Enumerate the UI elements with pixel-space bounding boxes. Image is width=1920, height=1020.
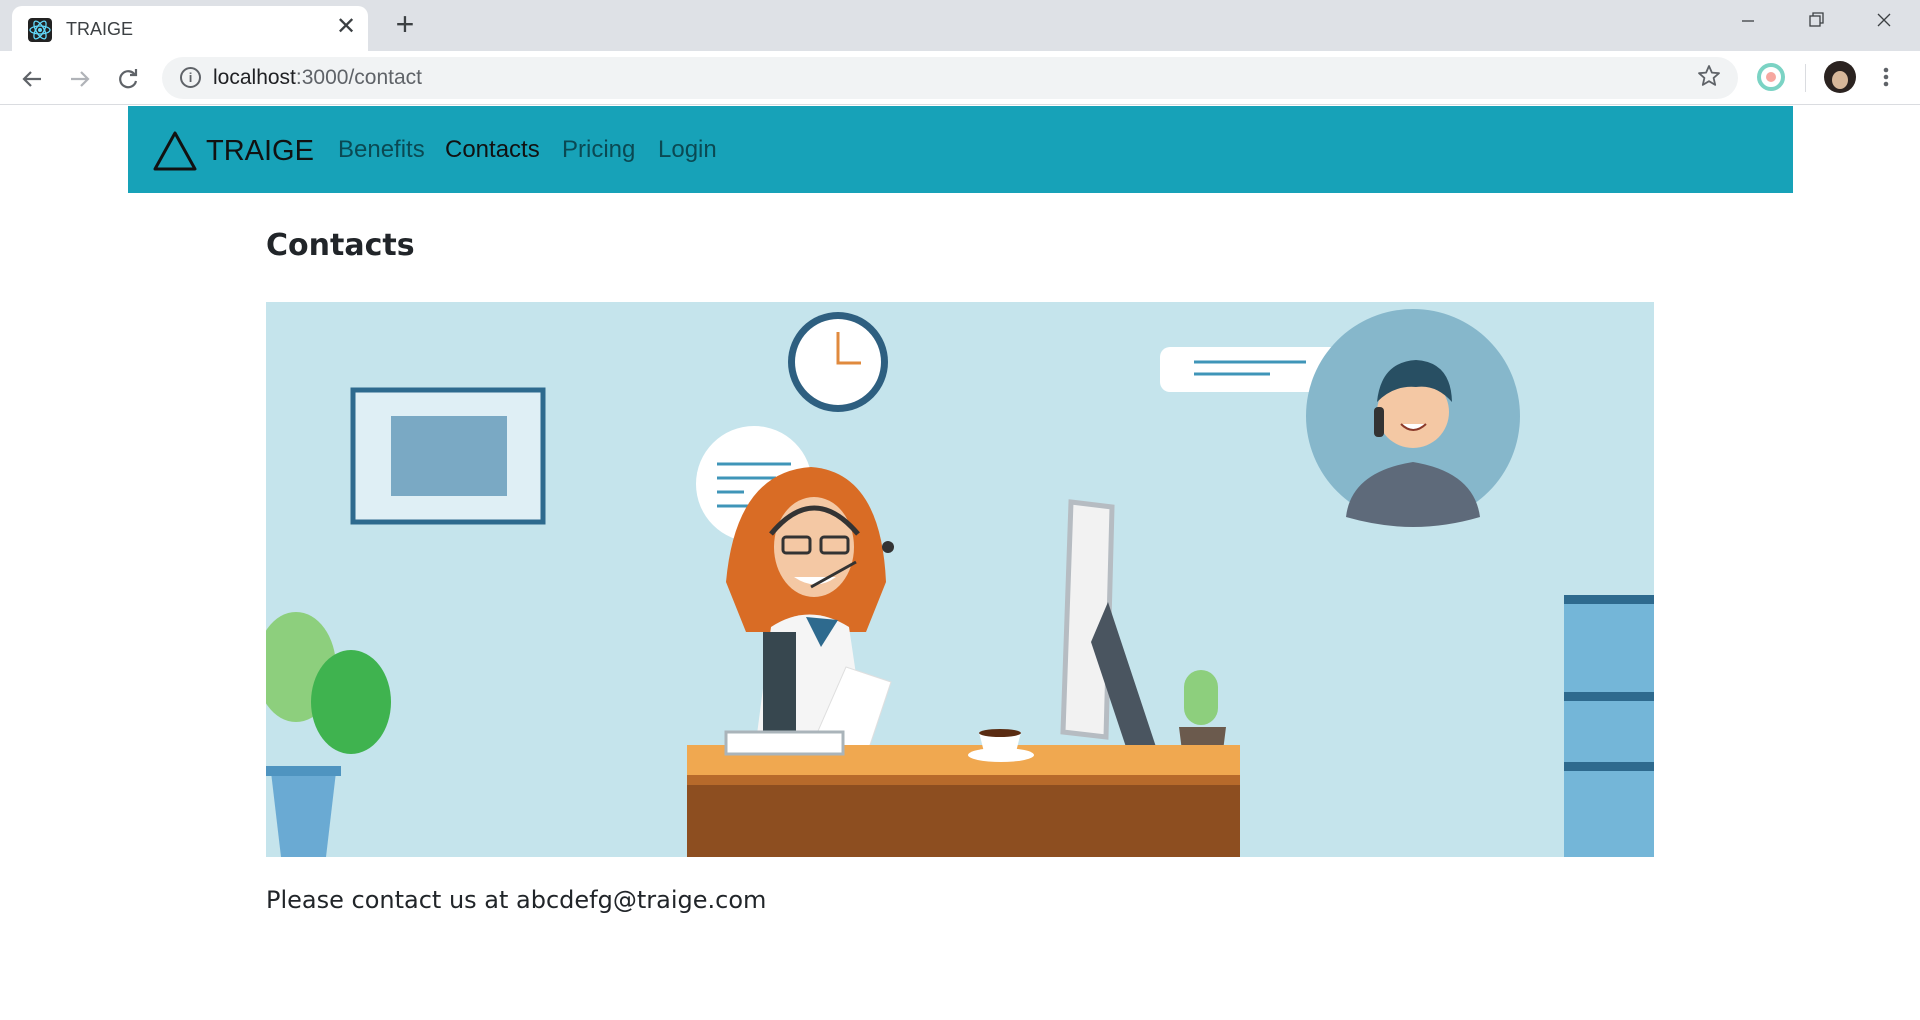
brand[interactable]: TRAIGE xyxy=(152,128,314,174)
support-illustration xyxy=(266,302,1654,857)
wall-clock xyxy=(788,312,888,412)
nav-link-contacts[interactable]: Contacts xyxy=(445,136,540,164)
url-text[interactable]: localhost:3000/contact xyxy=(213,66,422,90)
nav-link-benefits[interactable]: Benefits xyxy=(338,136,425,164)
url-host: localhost xyxy=(213,66,296,89)
info-icon[interactable]: i xyxy=(180,67,201,88)
back-arrow-icon[interactable] xyxy=(16,63,48,95)
tab-title: TRAIGE xyxy=(66,19,134,39)
tab-close-icon[interactable]: ✕ xyxy=(334,15,358,40)
caller-avatar xyxy=(1306,309,1520,527)
url-path: :3000/contact xyxy=(295,66,422,89)
support-agent xyxy=(726,467,894,758)
browser-tab[interactable]: TRAIGE ✕ xyxy=(12,6,368,51)
nav-link-login[interactable]: Login xyxy=(658,136,717,164)
desk xyxy=(687,745,1240,857)
minimize-icon[interactable] xyxy=(1728,6,1768,36)
reload-icon[interactable] xyxy=(112,63,144,95)
site-navbar: TRAIGE Benefits Contacts Pricing Login xyxy=(128,106,1793,193)
new-tab-button[interactable]: + xyxy=(390,8,420,40)
extension-icon[interactable] xyxy=(1757,63,1785,91)
close-window-icon[interactable] xyxy=(1864,6,1904,36)
nav-link-pricing[interactable]: Pricing xyxy=(562,136,635,164)
contact-line: Please contact us at abcdefg@traige.com xyxy=(266,886,767,914)
restore-icon[interactable] xyxy=(1796,6,1836,36)
triangle-logo-icon xyxy=(153,131,197,171)
react-favicon-icon xyxy=(28,18,52,42)
potted-plant xyxy=(266,612,391,857)
toolbar-divider xyxy=(1805,64,1806,92)
avatar[interactable] xyxy=(1824,61,1856,93)
computer-monitor xyxy=(1060,499,1166,765)
forward-arrow-icon[interactable] xyxy=(64,63,96,95)
menu-icon[interactable] xyxy=(1876,62,1896,92)
file-cabinet xyxy=(1564,595,1654,857)
address-bar[interactable]: i localhost:3000/contact xyxy=(162,57,1738,99)
star-icon[interactable] xyxy=(1696,63,1722,96)
page-title: Contacts xyxy=(266,228,415,263)
picture-frame xyxy=(350,387,546,525)
brand-name: TRAIGE xyxy=(206,134,314,167)
